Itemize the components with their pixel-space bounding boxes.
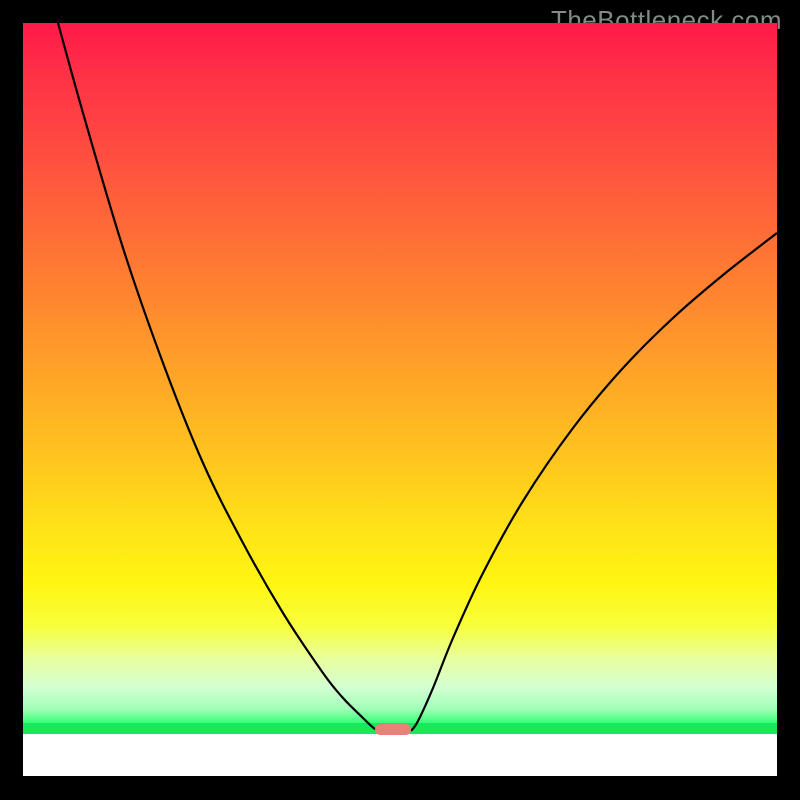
curve-svg [23, 23, 777, 776]
curve-right-branch [411, 233, 777, 731]
bottleneck-marker [375, 724, 411, 735]
curve-left-branch [58, 23, 383, 731]
chart-container: TheBottleneck.com [0, 0, 800, 800]
plot-area [23, 23, 777, 776]
